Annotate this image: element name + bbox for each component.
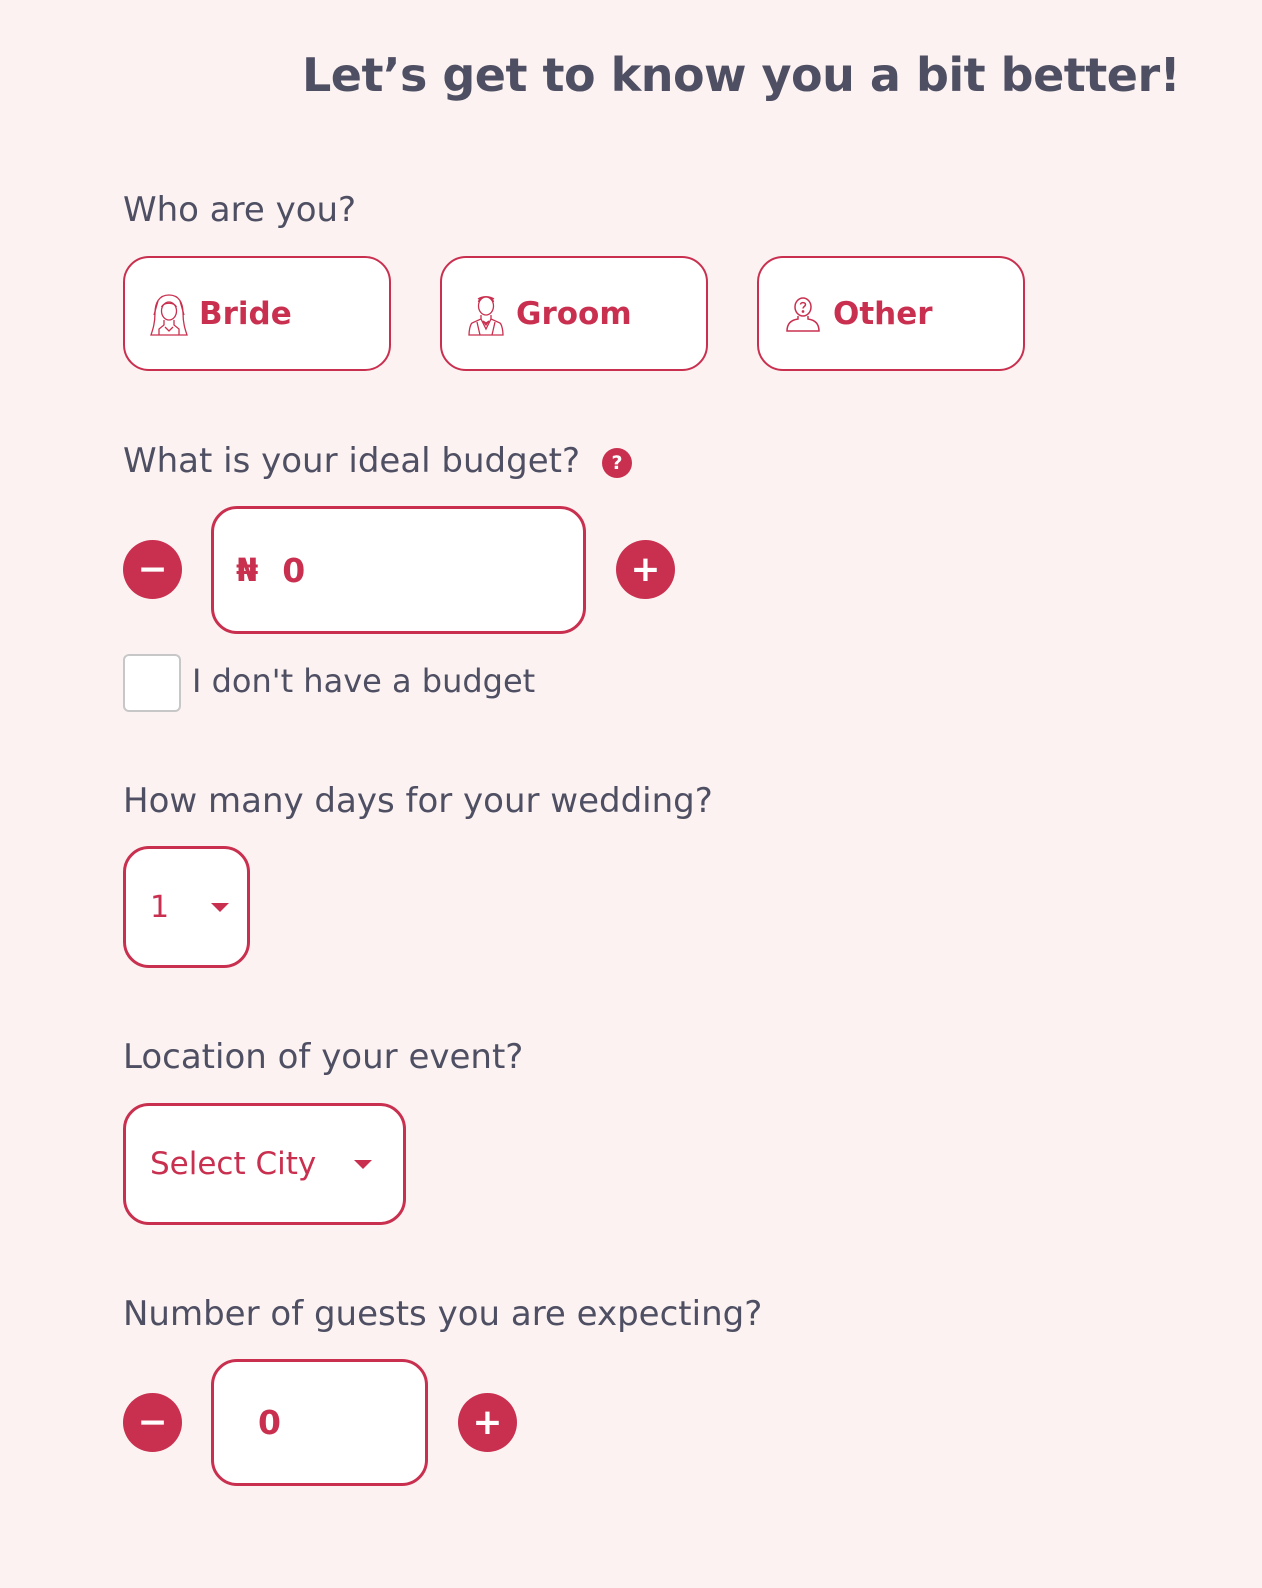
page-title: Let’s get to know you a bit better!	[302, 48, 1181, 102]
wedding-days-label: How many days for your wedding?	[123, 781, 713, 821]
wedding-days-value: 1	[150, 889, 170, 925]
who-are-you-label: Who are you?	[123, 190, 357, 230]
groom-icon	[468, 295, 504, 336]
naira-currency-icon: ₦	[236, 551, 259, 589]
guests-value: 0	[258, 1403, 281, 1442]
groom-label: Groom	[516, 295, 632, 332]
budget-value: 0	[282, 550, 306, 590]
chevron-down-icon	[211, 902, 230, 912]
guests-increment-button[interactable]: +	[458, 1393, 517, 1452]
help-icon[interactable]: ?	[602, 448, 632, 478]
other-button[interactable]: Other	[757, 256, 1025, 371]
bride-icon	[150, 293, 188, 336]
city-select[interactable]: Select City	[123, 1103, 406, 1225]
city-select-placeholder: Select City	[150, 1146, 317, 1182]
no-budget-checkbox[interactable]	[123, 654, 181, 712]
no-budget-label[interactable]: I don't have a budget	[192, 662, 535, 700]
budget-label: What is your ideal budget?	[123, 441, 580, 481]
guests-label: Number of guests you are expecting?	[123, 1294, 763, 1334]
chevron-down-icon	[354, 1159, 373, 1169]
guests-decrement-button[interactable]: −	[123, 1393, 182, 1452]
groom-button[interactable]: Groom	[440, 256, 708, 371]
budget-increment-button[interactable]: +	[616, 540, 675, 599]
guests-input[interactable]: 0	[211, 1359, 428, 1486]
budget-input[interactable]: ₦ 0	[211, 506, 586, 634]
event-location-label: Location of your event?	[123, 1037, 524, 1077]
other-label: Other	[833, 295, 933, 332]
budget-decrement-button[interactable]: −	[123, 540, 182, 599]
wedding-days-select[interactable]: 1	[123, 846, 250, 968]
bride-button[interactable]: Bride	[123, 256, 391, 371]
person-question-icon	[786, 296, 820, 332]
bride-label: Bride	[199, 295, 292, 332]
